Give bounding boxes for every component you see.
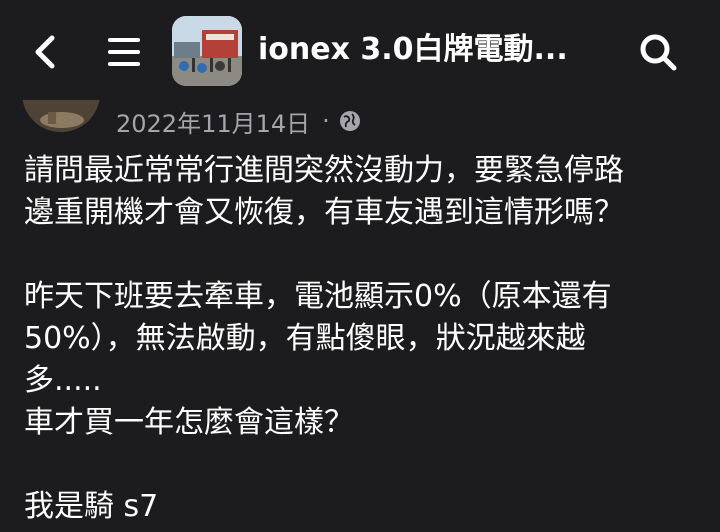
menu-button[interactable] [104, 34, 144, 70]
group-photo-image [172, 16, 242, 86]
group-title[interactable]: ionex 3.0白牌電動... [258, 30, 568, 70]
post-line: 邊重開機才會又恢復，有車友遇到這情形嗎？ [24, 195, 624, 230]
post-line: 請問最近常常行進間突然沒動力，要緊急停路 [24, 153, 624, 188]
globe-icon [338, 109, 362, 133]
group-avatar[interactable] [172, 16, 242, 86]
post-line: 車才買一年怎麼會這樣？ [24, 405, 354, 440]
post-meta: 2022年11月14日 · [116, 104, 362, 138]
meta-separator: · [322, 107, 330, 135]
search-icon [640, 34, 677, 71]
top-bar: ionex 3.0白牌電動... [0, 0, 720, 100]
hamburger-menu-icon [108, 38, 140, 66]
post-line: 昨天下班要去牽車，電池顯示0%（原本還有 [24, 279, 612, 314]
post-body: 請問最近常常行進間突然沒動力，要緊急停路 邊重開機才會又恢復，有車友遇到這情形嗎… [24, 150, 704, 528]
post-line: 多..... [24, 363, 102, 398]
post-date[interactable]: 2022年11月14日 [116, 104, 310, 139]
chevron-left-icon [35, 35, 55, 69]
back-button[interactable] [28, 30, 64, 74]
post-line: 50%），無法啟動，有點傻眼，狀況越來越 [24, 321, 586, 356]
search-button[interactable] [636, 30, 680, 74]
post-line: 我是騎 s7 [24, 489, 159, 524]
